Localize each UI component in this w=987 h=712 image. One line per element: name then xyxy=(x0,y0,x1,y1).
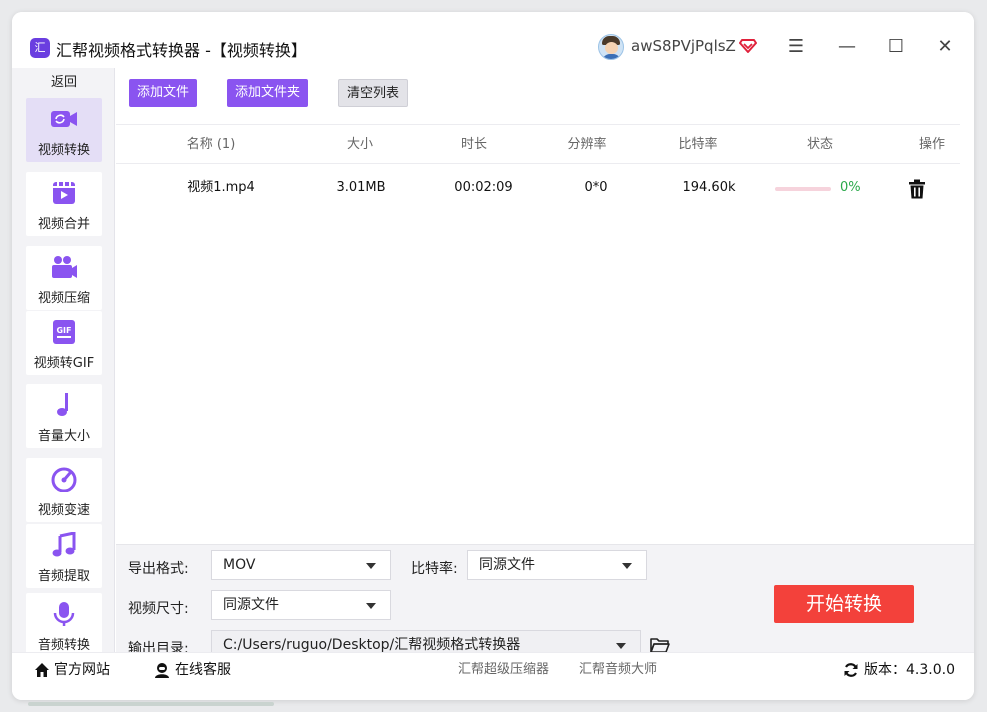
app-title: 汇帮视频格式转换器 -【视频转换】 xyxy=(56,41,307,60)
official-website-link[interactable]: 官方网站 xyxy=(54,653,110,687)
file-bitrate: 194.60k xyxy=(682,180,736,195)
clear-list-button[interactable]: 清空列表 xyxy=(338,79,409,107)
chevron-down-icon xyxy=(622,563,632,569)
sidebar-item-video-compress[interactable]: 视频压缩 xyxy=(26,246,102,310)
file-resolution: 0*0 xyxy=(584,180,608,195)
sidebar-item-audio-extract[interactable]: 音频提取 xyxy=(26,524,102,588)
minimize-button[interactable]: — xyxy=(832,32,862,62)
file-size: 3.01MB xyxy=(336,180,386,195)
column-header-name[interactable]: 名称 (1) xyxy=(176,125,246,165)
bitrate-label: 比特率: xyxy=(411,561,458,577)
close-button[interactable]: ✕ xyxy=(930,32,960,62)
settings-panel: 导出格式: MOV 比特率: 同源文件 视频尺寸: 同源文件 开始转换 输出目录… xyxy=(116,544,974,660)
sidebar-item-speed[interactable]: 视频变速 xyxy=(26,458,102,522)
trash-icon[interactable] xyxy=(908,179,926,199)
output-dir-value: C:/Users/ruguo/Desktop/汇帮视频格式转换器 xyxy=(223,637,521,653)
sidebar-item-label: 视频变速 xyxy=(37,503,90,518)
format-label: 导出格式: xyxy=(128,561,189,577)
sidebar-item-label: 视频压缩 xyxy=(37,291,90,306)
column-header-action: 操作 xyxy=(918,137,945,152)
video-compress-icon xyxy=(52,256,77,278)
username[interactable]: awS8PVjPqlsZ xyxy=(631,37,736,55)
home-icon xyxy=(35,663,49,677)
video-size-label: 视频尺寸: xyxy=(128,601,189,617)
sidebar-item-video-merge[interactable]: 视频合并 xyxy=(26,172,102,236)
speedometer-icon xyxy=(51,467,77,492)
progress-bar xyxy=(775,187,831,191)
progress-percent: 0% xyxy=(840,180,861,195)
column-header-size: 大小 xyxy=(346,137,373,152)
file-name: 视频1.mp4 xyxy=(187,180,255,195)
user-avatar[interactable] xyxy=(598,34,624,60)
app-window: 汇 汇帮视频格式转换器 -【视频转换】 awS8PVjPqlsZ ☰ — ☐ ✕… xyxy=(12,12,974,700)
bitrate-select-value: 同源文件 xyxy=(479,557,535,573)
column-header-bitrate: 比特率 xyxy=(678,137,718,152)
sidebar: 返回 视频转换 视频合并 视频压缩 GIF 视频转GIF 音量大小 视频变速 音… xyxy=(12,68,115,657)
main-panel: 添加文件 添加文件夹 清空列表 名称 (1) 大小 时长 分辨率 比特率 状态 … xyxy=(116,68,974,660)
sidebar-item-gif[interactable]: GIF 视频转GIF xyxy=(26,311,102,375)
audio-extract-icon xyxy=(52,532,76,557)
sidebar-item-label: 音频提取 xyxy=(37,569,90,584)
maximize-button[interactable]: ☐ xyxy=(881,32,911,62)
footer: 官方网站 在线客服 汇帮超级压缩器 汇帮音频大师 版本：4.3.0.0 xyxy=(12,652,974,700)
file-table-header: 名称 (1) 大小 时长 分辨率 比特率 状态 操作 xyxy=(116,124,960,164)
svg-text:GIF: GIF xyxy=(56,326,71,335)
microphone-icon xyxy=(53,602,75,626)
customer-service-icon xyxy=(155,663,169,678)
sidebar-item-audio-convert[interactable]: 音频转换 xyxy=(26,593,102,657)
online-support-link[interactable]: 在线客服 xyxy=(175,653,231,687)
video-merge-icon xyxy=(53,182,75,204)
chevron-down-icon xyxy=(366,563,376,569)
sidebar-item-video-convert[interactable]: 视频转换 xyxy=(26,98,102,162)
video-size-select-value: 同源文件 xyxy=(223,597,279,613)
column-header-duration: 时长 xyxy=(460,137,487,152)
column-header-status: 状态 xyxy=(806,137,833,152)
add-folder-button[interactable]: 添加文件夹 xyxy=(227,79,309,107)
add-file-button[interactable]: 添加文件 xyxy=(129,79,198,107)
sidebar-item-label: 视频合并 xyxy=(37,217,90,232)
video-convert-icon xyxy=(51,111,77,127)
version-label: 版本：4.3.0.0 xyxy=(864,662,955,678)
vip-diamond-icon[interactable] xyxy=(739,36,757,54)
start-convert-button[interactable]: 开始转换 xyxy=(774,585,914,623)
sidebar-item-label: 视频转GIF xyxy=(33,356,95,371)
format-select-value: MOV xyxy=(223,557,256,573)
sidebar-item-label: 音量大小 xyxy=(37,429,90,444)
music-note-icon xyxy=(57,393,68,416)
refresh-icon[interactable] xyxy=(843,662,859,678)
back-link[interactable]: 返回 xyxy=(26,72,102,94)
chevron-down-icon xyxy=(616,643,626,649)
app-logo-icon: 汇 xyxy=(30,38,50,58)
format-select[interactable]: MOV xyxy=(211,550,391,580)
table-row[interactable]: 视频1.mp4 3.01MB 00:02:09 0*0 194.60k 0% xyxy=(116,168,960,208)
column-header-resolution: 分辨率 xyxy=(567,137,607,152)
title-bar: 汇 汇帮视频格式转换器 -【视频转换】 awS8PVjPqlsZ ☰ — ☐ ✕ xyxy=(12,12,974,68)
horizontal-scrollbar[interactable] xyxy=(28,702,274,706)
sidebar-item-label: 视频转换 xyxy=(37,143,90,158)
super-compressor-link[interactable]: 汇帮超级压缩器 xyxy=(458,653,549,687)
menu-button[interactable]: ☰ xyxy=(781,32,811,62)
video-size-select[interactable]: 同源文件 xyxy=(211,590,391,620)
gif-icon: GIF xyxy=(53,320,75,344)
sidebar-item-label: 音频转换 xyxy=(37,638,90,653)
chevron-down-icon xyxy=(366,603,376,609)
file-duration: 00:02:09 xyxy=(454,180,513,195)
bitrate-select[interactable]: 同源文件 xyxy=(467,550,647,580)
audio-master-link[interactable]: 汇帮音频大师 xyxy=(579,653,657,687)
sidebar-item-volume[interactable]: 音量大小 xyxy=(26,384,102,448)
